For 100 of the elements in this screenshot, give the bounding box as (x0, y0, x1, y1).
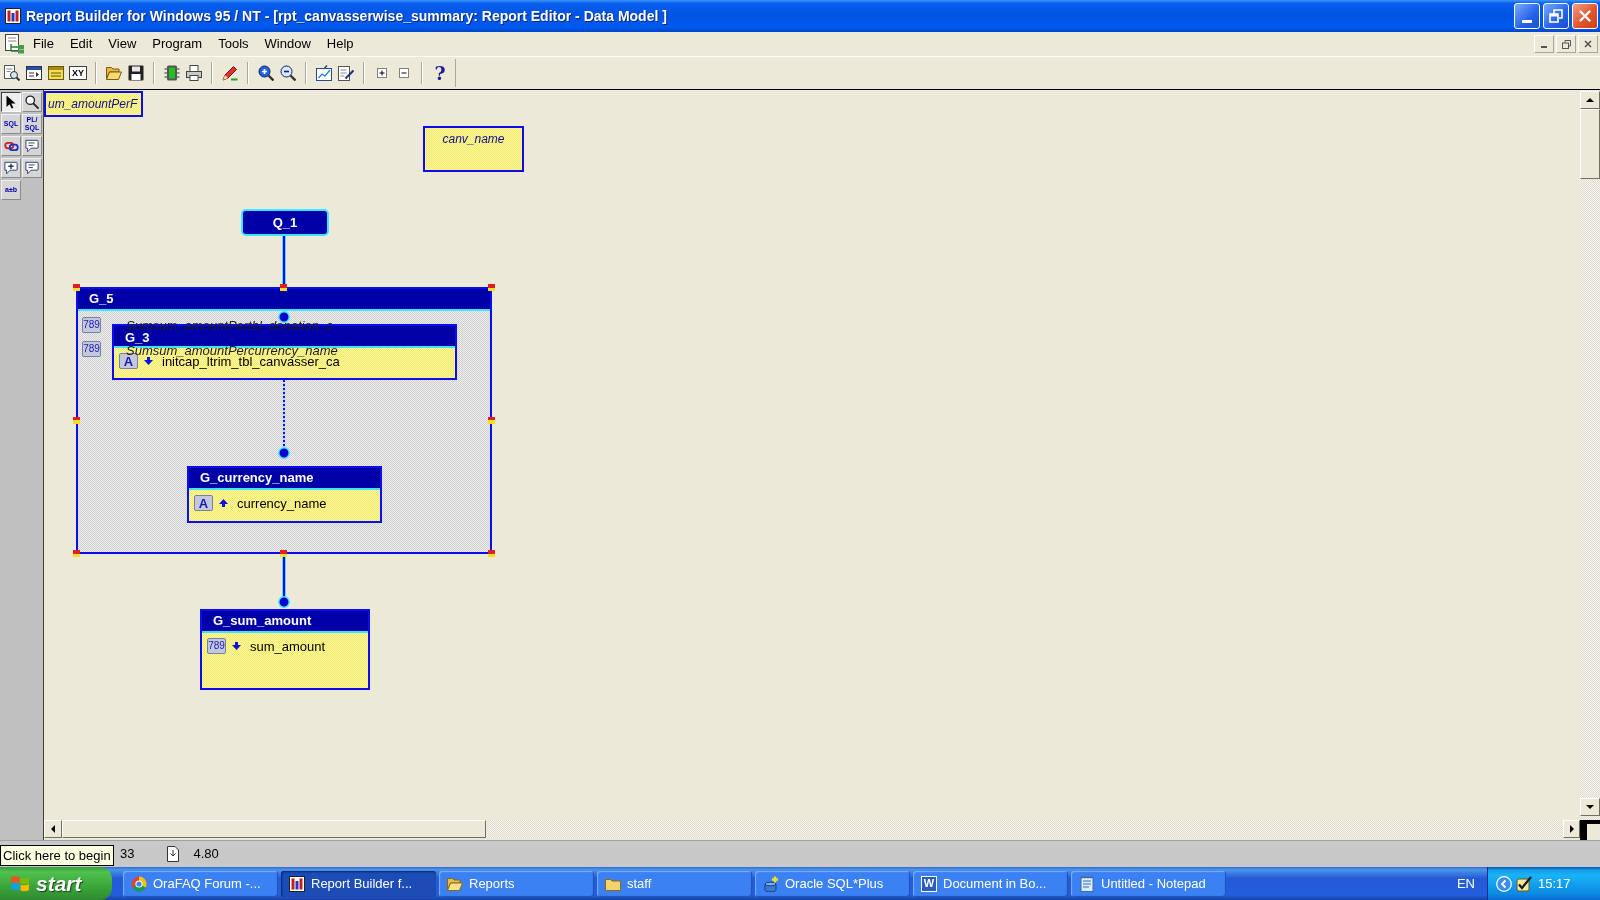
document-tree-icon[interactable] (5, 34, 25, 54)
restore-button[interactable] (1543, 3, 1569, 29)
close-button[interactable] (1572, 3, 1598, 29)
menu-item[interactable]: Program (144, 34, 211, 54)
database-plus-icon (763, 875, 779, 892)
column-name: sum_amount (250, 638, 326, 654)
minimize-icon (1541, 46, 1547, 48)
document-search-icon[interactable] (4, 65, 20, 81)
type-tag: A (194, 495, 213, 511)
close-button[interactable] (1578, 35, 1598, 53)
horizontal-scrollbar[interactable] (44, 820, 1580, 838)
menu-item[interactable]: View (100, 34, 145, 54)
magnifier-icon (25, 95, 39, 109)
clock: 15:17 (1538, 874, 1571, 893)
minimize-icon (1522, 20, 1532, 23)
link-dot-icon (278, 447, 290, 459)
close-icon (1584, 40, 1592, 48)
form-window-icon[interactable] (48, 65, 64, 81)
task-button[interactable]: Untitled - Notepad (1071, 870, 1226, 897)
checkmark-icon[interactable] (1516, 875, 1532, 892)
chip-icon[interactable] (164, 65, 180, 81)
pointer-icon (6, 95, 16, 109)
scroll-down-button[interactable] (1580, 798, 1600, 816)
save-icon[interactable] (128, 65, 144, 81)
status-text: 33 (120, 845, 135, 864)
open-folder-icon[interactable] (106, 65, 122, 81)
help-button[interactable]: ? (431, 62, 449, 84)
scroll-left-button[interactable] (44, 820, 62, 838)
menu-item[interactable]: Edit (61, 34, 101, 54)
resize-handle[interactable] (73, 550, 80, 557)
restore-icon (1561, 39, 1571, 49)
group-header: G_currency_name (189, 468, 380, 490)
resize-handle[interactable] (73, 416, 80, 424)
type-tag: 789 (207, 638, 226, 654)
task-button[interactable]: W Document in Bo... (913, 870, 1068, 897)
window-title: Report Builder for Windows 95 / NT - [rpt_canvasserwise_summary: Report Editor - Data Model ] (26, 6, 667, 26)
logo-icon (131, 875, 147, 892)
bubble-icon (25, 139, 39, 153)
chain-link-icon (3, 141, 19, 151)
scroll-thumb[interactable] (62, 820, 486, 838)
menu-item[interactable]: Window (256, 34, 319, 54)
resize-handle[interactable] (488, 416, 495, 424)
letter-tile: W (921, 875, 937, 892)
tooltip: Click here to begin (0, 845, 114, 866)
down-triangle-icon (1586, 805, 1594, 809)
minimize-button[interactable] (1514, 3, 1540, 29)
restore-button[interactable] (1556, 35, 1576, 53)
language-indicator[interactable]: EN (1456, 873, 1475, 894)
column-node[interactable]: canv_name (423, 126, 524, 172)
open-folder-icon (447, 875, 463, 892)
tool-button[interactable] (1, 92, 21, 112)
close-icon (1579, 10, 1591, 22)
zoom-in-icon[interactable] (258, 65, 274, 81)
notepad-icon (1079, 875, 1095, 892)
column-node[interactable]: um_amountPerF (44, 91, 143, 117)
restore-icon (1549, 9, 1563, 23)
collapse-icon[interactable] (399, 68, 409, 78)
type-tag: 789 (82, 317, 101, 333)
zoom-out-icon[interactable] (280, 65, 296, 81)
task-button[interactable]: Report Builder f... (281, 870, 436, 897)
app-icon (289, 875, 305, 892)
column-name: currency_name (237, 495, 327, 511)
bubble-icon (25, 161, 39, 175)
expand-icon[interactable] (377, 68, 387, 78)
chart-icon[interactable] (316, 65, 332, 81)
resize-handle[interactable] (280, 550, 287, 557)
menu-item[interactable]: Help (318, 34, 362, 54)
group-box[interactable]: G_sum_amount 789 sum_amount (200, 609, 370, 690)
xy-button[interactable]: XY (69, 66, 87, 80)
scroll-right-button[interactable] (1563, 820, 1580, 838)
task-button[interactable]: OraFAQ Forum -... (123, 870, 278, 897)
app-icon (5, 8, 21, 24)
link-dot-icon (278, 596, 290, 608)
group-header: G_sum_amount (202, 611, 368, 633)
print-icon[interactable] (186, 65, 202, 81)
window-icon[interactable] (26, 65, 42, 81)
scroll-up-button[interactable] (1580, 91, 1600, 109)
minimize-button[interactable] (1534, 35, 1554, 53)
group-box[interactable]: G_currency_name A currency_name (187, 466, 382, 523)
task-button[interactable]: staff (597, 870, 752, 897)
pencil-icon[interactable] (222, 65, 238, 81)
resize-handle[interactable] (73, 284, 80, 291)
resize-handle[interactable] (488, 550, 495, 557)
windows-flag-icon (10, 873, 30, 894)
up-triangle-icon (1586, 98, 1594, 102)
vertical-scrollbar[interactable] (1580, 90, 1600, 820)
menu-item[interactable]: Tools (210, 34, 257, 54)
menu-item[interactable]: File (25, 34, 62, 54)
bubble-plus-icon (4, 161, 18, 175)
task-button[interactable]: Reports (439, 870, 594, 897)
edit-note-icon[interactable] (338, 65, 354, 81)
page-icon (167, 846, 180, 862)
right-triangle-icon (1569, 825, 1574, 833)
task-button[interactable]: Oracle SQL*Plus (755, 870, 910, 897)
scroll-thumb[interactable] (1580, 109, 1600, 179)
type-tag: 789 (82, 341, 101, 357)
resize-handle[interactable] (488, 284, 495, 291)
query-node[interactable]: Q_1 (241, 209, 329, 236)
resize-handle[interactable] (280, 284, 287, 291)
status-text: 4.80 (193, 845, 219, 864)
